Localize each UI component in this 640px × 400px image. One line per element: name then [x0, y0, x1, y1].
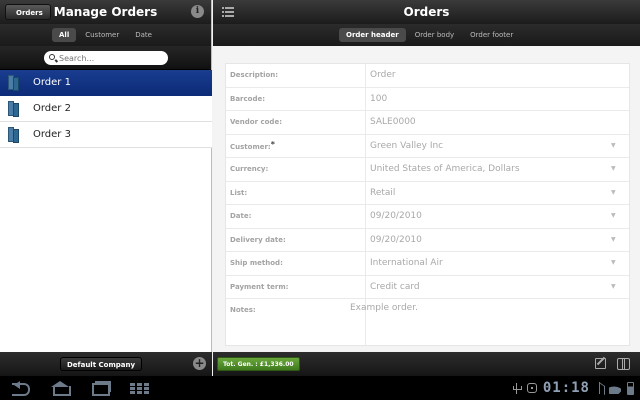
field-value[interactable]: Green Valley Inc — [366, 135, 629, 158]
field-value[interactable]: United States of America, Dollars — [366, 158, 629, 181]
search-input[interactable] — [59, 51, 163, 65]
info-icon[interactable]: i — [191, 5, 204, 18]
field-description[interactable]: Description: Order — [226, 64, 629, 88]
field-label: Customer:* — [226, 134, 366, 157]
list-item-label: Order 3 — [33, 129, 71, 140]
required-marker: * — [270, 139, 275, 149]
field-delivery-date[interactable]: Delivery date: 09/20/2010 ▼ — [226, 228, 629, 252]
right-footer: Tot. Gen. : £1,336.00 — [213, 352, 640, 376]
search-row — [0, 46, 211, 70]
notes-textarea[interactable]: Example order. — [350, 299, 613, 345]
chevron-down-icon[interactable]: ▼ — [611, 142, 619, 150]
document-icon — [8, 101, 20, 117]
search-box — [44, 51, 168, 65]
field-value[interactable]: SALE0000 — [366, 111, 629, 134]
chevron-down-icon[interactable]: ▼ — [611, 212, 619, 220]
list-item-order-2[interactable]: Order 2 — [0, 96, 212, 122]
filter-date[interactable]: Date — [128, 28, 159, 42]
order-detail-pane: Orders Order header Order body Order foo… — [213, 0, 640, 376]
edit-icon[interactable] — [595, 358, 606, 369]
left-footer: Default Company + — [0, 352, 212, 376]
total-badge: Tot. Gen. : £1,336.00 — [217, 357, 300, 371]
field-label: Description: — [226, 64, 366, 87]
filter-bar: All Customer Date — [0, 24, 211, 46]
field-value[interactable]: 09/20/2010 — [366, 205, 629, 228]
chevron-down-icon[interactable]: ▼ — [611, 189, 619, 197]
app-window: Manage Orders Orders i All Customer Date… — [0, 0, 640, 376]
right-title: Orders — [403, 5, 450, 19]
field-payment-term[interactable]: Payment term: Credit card ▼ — [226, 275, 629, 299]
book-icon[interactable] — [617, 358, 630, 370]
back-button[interactable]: Orders — [5, 4, 51, 20]
tab-order-body[interactable]: Order body — [408, 28, 461, 42]
field-barcode[interactable]: Barcode: 100 — [226, 87, 629, 111]
field-value[interactable]: Retail — [366, 182, 629, 205]
filter-all[interactable]: All — [52, 28, 77, 42]
field-value[interactable]: 09/20/2010 — [366, 229, 629, 252]
field-value[interactable]: Order — [366, 64, 629, 87]
field-customer[interactable]: Customer:* Green Valley Inc ▼ — [226, 134, 629, 158]
field-label: Currency: — [226, 158, 366, 181]
field-notes[interactable]: Notes: Example order. — [226, 299, 629, 345]
search-icon — [49, 54, 55, 60]
field-label: Barcode: — [226, 87, 366, 110]
field-list[interactable]: List: Retail ▼ — [226, 181, 629, 205]
battery-icon — [627, 381, 634, 395]
home-icon[interactable] — [50, 381, 71, 396]
field-value[interactable]: 100 — [366, 88, 629, 111]
field-currency[interactable]: Currency: United States of America, Doll… — [226, 158, 629, 182]
right-header: Orders — [213, 0, 640, 24]
list-item-order-1[interactable]: Order 1 — [0, 70, 212, 96]
field-value[interactable]: International Air — [366, 252, 629, 275]
back-nav-icon[interactable] — [10, 381, 30, 396]
field-label: Notes: — [226, 299, 366, 345]
field-label: Delivery date: — [226, 228, 366, 251]
left-header: Manage Orders Orders i — [0, 0, 211, 24]
field-ship-method[interactable]: Ship method: International Air ▼ — [226, 252, 629, 276]
chevron-down-icon[interactable]: ▼ — [611, 259, 619, 267]
orders-list-pane: Manage Orders Orders i All Customer Date… — [0, 0, 212, 376]
field-vendor-code[interactable]: Vendor code: SALE0000 — [226, 111, 629, 135]
default-company-button[interactable]: Default Company — [60, 357, 143, 371]
filter-customer[interactable]: Customer — [78, 28, 126, 42]
document-icon — [8, 127, 20, 143]
field-label: Date: — [226, 205, 366, 228]
tab-order-footer[interactable]: Order footer — [463, 28, 520, 42]
chevron-down-icon[interactable]: ▼ — [611, 165, 619, 173]
chevron-down-icon[interactable]: ▼ — [611, 236, 619, 244]
field-date[interactable]: Date: 09/20/2010 ▼ — [226, 205, 629, 229]
field-label: Vendor code: — [226, 111, 366, 134]
order-header-form: Description: Order Barcode: 100 Vendor c… — [225, 63, 630, 346]
system-bar: 01:18 — [0, 376, 640, 400]
app-grid-icon[interactable] — [130, 381, 150, 395]
debug-icon — [526, 383, 537, 393]
usb-icon — [512, 382, 522, 394]
add-icon[interactable]: + — [193, 357, 206, 370]
document-icon — [8, 75, 20, 91]
clock: 01:18 — [542, 380, 590, 396]
field-label: List: — [226, 181, 366, 204]
list-item-label: Order 1 — [33, 77, 71, 88]
wifi-icon — [609, 382, 621, 394]
list-menu-icon[interactable] — [222, 7, 234, 17]
list-item-label: Order 2 — [33, 103, 71, 114]
field-value[interactable]: Credit card — [366, 276, 629, 299]
bluetooth-icon — [599, 382, 606, 394]
field-label: Ship method: — [226, 252, 366, 275]
tab-order-header[interactable]: Order header — [339, 28, 406, 42]
tab-bar: Order header Order body Order footer — [213, 24, 640, 46]
status-tray[interactable]: 01:18 — [512, 376, 634, 400]
field-label: Payment term: — [226, 275, 366, 298]
recent-apps-icon[interactable] — [90, 381, 111, 396]
orders-list: Order 1 Order 2 Order 3 — [0, 70, 212, 148]
list-item-order-3[interactable]: Order 3 — [0, 122, 212, 148]
chevron-down-icon[interactable]: ▼ — [611, 283, 619, 291]
